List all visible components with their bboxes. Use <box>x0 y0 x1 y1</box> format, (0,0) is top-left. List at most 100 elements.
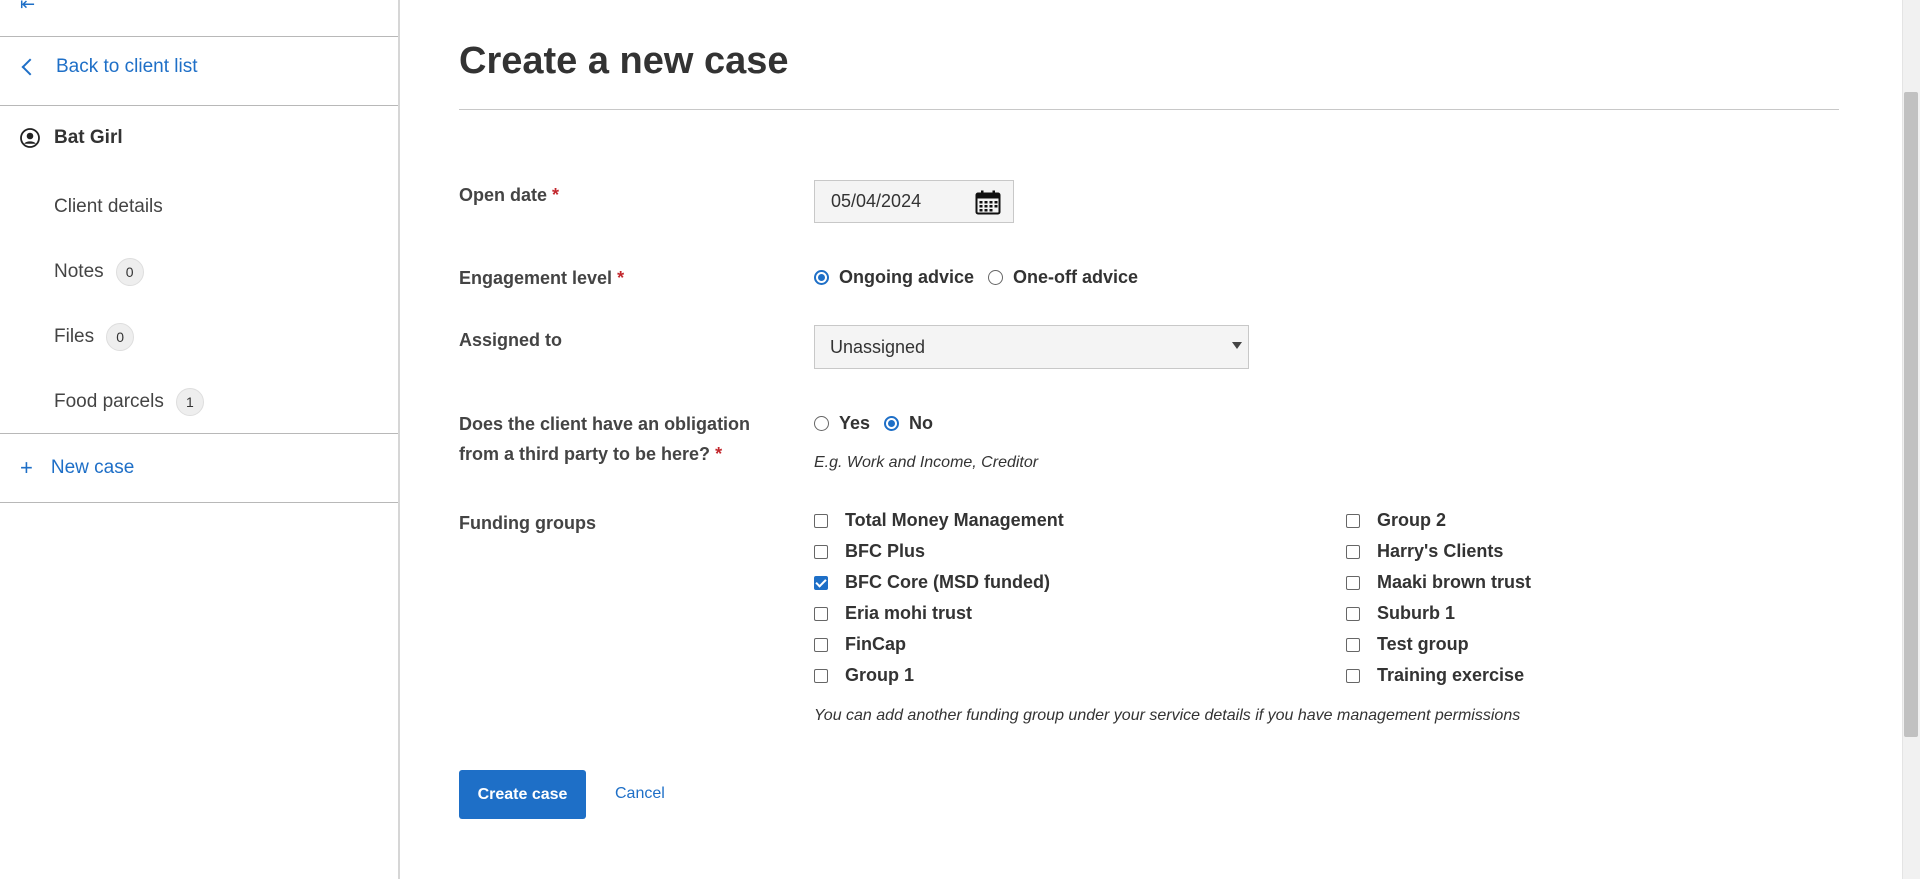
checkbox[interactable] <box>1346 637 1360 652</box>
divider <box>0 433 398 434</box>
ongoing-advice-radio[interactable] <box>814 270 829 285</box>
checkbox[interactable] <box>814 575 828 590</box>
new-case-label: New case <box>50 457 135 478</box>
checkbox-label[interactable]: BFC Plus <box>845 541 925 562</box>
funding-checkbox-training-exercise[interactable]: Training exercise <box>1346 665 1524 686</box>
funding-checkbox-test-group[interactable]: Test group <box>1346 634 1469 655</box>
checkbox-label[interactable]: Training exercise <box>1377 665 1524 686</box>
page-scrollbar-thumb[interactable] <box>1904 92 1918 737</box>
checkbox-label[interactable]: Harry's Clients <box>1377 541 1503 562</box>
open-date-label: Open date * <box>459 180 559 210</box>
assigned-to-select[interactable]: Unassigned <box>814 325 1249 369</box>
caret-down-icon <box>1232 342 1242 349</box>
sidebar: ⇤ Back to client list Bat Girl Client de… <box>0 0 400 879</box>
label-text: Funding groups <box>459 513 596 533</box>
chevron-left-icon <box>21 58 39 76</box>
one-off-advice-radio[interactable] <box>988 270 1004 285</box>
label-text: Does the client have an obligation <box>459 414 751 434</box>
checkbox-label[interactable]: Suburb 1 <box>1377 603 1455 624</box>
assigned-to-label: Assigned to <box>459 325 562 355</box>
funding-checkbox-harrys-clients[interactable]: Harry's Clients <box>1346 541 1503 562</box>
sidebar-item-label: Food parcels <box>54 391 164 412</box>
no-label[interactable]: No <box>909 413 933 434</box>
date-value: 05/04/2024 <box>831 191 922 211</box>
checkbox-label[interactable]: Group 1 <box>845 665 914 686</box>
funding-checkbox-fincap[interactable]: FinCap <box>814 634 906 655</box>
checkbox[interactable] <box>814 544 828 559</box>
client-name: Bat Girl <box>54 127 123 148</box>
funding-checkbox-group-1[interactable]: Group 1 <box>814 665 914 686</box>
checkbox-label[interactable]: Eria mohi trust <box>845 603 972 624</box>
count-badge: 0 <box>106 323 135 351</box>
label-text: Engagement level <box>459 268 613 288</box>
checkbox-label[interactable]: Group 2 <box>1377 510 1446 531</box>
checkbox[interactable] <box>1346 606 1360 621</box>
divider <box>459 109 1839 110</box>
obligation-hint: E.g. Work and Income, Creditor <box>814 454 1039 471</box>
sidebar-item-client-details[interactable]: Client details <box>54 196 163 218</box>
divider <box>0 105 398 106</box>
funding-checkbox-bfc-plus[interactable]: BFC Plus <box>814 541 925 562</box>
funding-checkbox-bfc-core[interactable]: BFC Core (MSD funded) <box>814 572 1050 593</box>
open-date-input[interactable]: 05/04/2024 <box>814 180 1014 223</box>
sidebar-item-label: Files <box>54 326 95 347</box>
checkbox-label[interactable]: Total Money Management <box>845 510 1064 531</box>
engagement-level-radio-group: Ongoing advice One-off advice <box>814 267 1152 288</box>
funding-checkbox-suburb-1[interactable]: Suburb 1 <box>1346 603 1455 624</box>
checkbox-label[interactable]: FinCap <box>845 634 906 655</box>
plus-icon: + <box>20 455 33 480</box>
required-marker: * <box>552 185 560 205</box>
one-off-advice-label[interactable]: One-off advice <box>1013 267 1138 288</box>
create-case-form: Create a new case Open date * 05/04/2024… <box>459 0 1839 879</box>
sidebar-item-files[interactable]: Files 0 <box>54 323 135 351</box>
back-to-client-list-link[interactable]: Back to client list <box>20 56 198 78</box>
obligation-label: Does the client have an obligation from … <box>459 409 750 469</box>
checkbox[interactable] <box>814 606 828 621</box>
client-header: Bat Girl <box>20 127 123 149</box>
required-marker: * <box>715 444 723 464</box>
back-link-label: Back to client list <box>56 56 198 77</box>
checkbox[interactable] <box>1346 668 1360 683</box>
label-text: Open date <box>459 185 548 205</box>
count-badge: 1 <box>175 388 204 416</box>
page-title: Create a new case <box>459 40 789 82</box>
checkbox[interactable] <box>1346 544 1360 559</box>
checkbox-label[interactable]: BFC Core (MSD funded) <box>845 572 1050 593</box>
cancel-link[interactable]: Cancel <box>615 785 665 803</box>
checkbox[interactable] <box>1346 513 1360 528</box>
ongoing-advice-label[interactable]: Ongoing advice <box>839 267 974 288</box>
yes-label[interactable]: Yes <box>839 413 870 434</box>
no-radio[interactable] <box>884 416 900 431</box>
funding-checkbox-maaki-brown-trust[interactable]: Maaki brown trust <box>1346 572 1531 593</box>
user-circle-icon <box>20 128 40 148</box>
count-badge: 0 <box>115 258 144 286</box>
funding-checkbox-total-money-management[interactable]: Total Money Management <box>814 510 1064 531</box>
checkbox[interactable] <box>814 668 828 683</box>
sidebar-item-food-parcels[interactable]: Food parcels 1 <box>54 388 204 416</box>
checkbox[interactable] <box>1346 575 1360 590</box>
yes-radio[interactable] <box>814 416 829 431</box>
funding-checkbox-group-2[interactable]: Group 2 <box>1346 510 1446 531</box>
create-case-button[interactable]: Create case <box>459 770 586 819</box>
funding-groups-label: Funding groups <box>459 508 596 538</box>
checkbox[interactable] <box>814 513 828 528</box>
selected-value: Unassigned <box>830 336 926 357</box>
obligation-radio-group: Yes No <box>814 413 947 434</box>
engagement-level-label: Engagement level * <box>459 263 624 293</box>
new-case-link[interactable]: + New case <box>20 457 134 479</box>
checkbox[interactable] <box>814 637 828 652</box>
sidebar-item-notes[interactable]: Notes 0 <box>54 258 144 286</box>
calendar-icon[interactable] <box>975 190 1001 215</box>
collapse-sidebar-icon[interactable]: ⇤ <box>20 0 35 15</box>
required-marker: * <box>617 268 625 288</box>
sidebar-item-label: Client details <box>54 196 163 217</box>
funding-groups-hint: You can add another funding group under … <box>814 707 1521 724</box>
sidebar-item-label: Notes <box>54 261 104 282</box>
divider <box>0 36 398 37</box>
checkbox-label[interactable]: Maaki brown trust <box>1377 572 1531 593</box>
funding-checkbox-eria-mohi-trust[interactable]: Eria mohi trust <box>814 603 972 624</box>
label-text: Assigned to <box>459 330 563 350</box>
checkbox-label[interactable]: Test group <box>1377 634 1469 655</box>
divider <box>0 502 398 503</box>
label-text: from a third party to be here? <box>459 444 711 464</box>
